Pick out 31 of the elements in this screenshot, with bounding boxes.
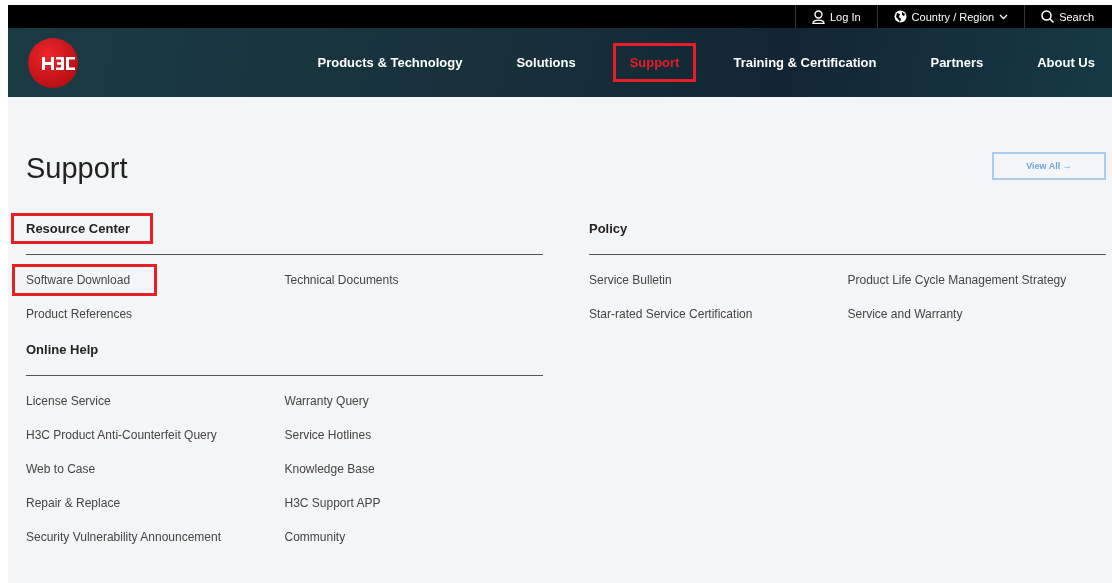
- menu-link[interactable]: Repair & Replace: [12, 487, 148, 519]
- nav-link[interactable]: Products & Technology: [300, 43, 480, 82]
- section-heading: Policy: [588, 220, 629, 238]
- menu-link[interactable]: Product Life Cycle Management Strategy: [833, 264, 1094, 296]
- section-heading: Resource Center: [11, 213, 154, 244]
- menu-link[interactable]: License Service: [12, 385, 138, 417]
- menu-link[interactable]: Community: [270, 521, 373, 553]
- menu-link[interactable]: H3C Product Anti-Counterfeit Query: [12, 419, 244, 451]
- menu-link[interactable]: Web to Case: [12, 453, 123, 485]
- nav-link[interactable]: About Us: [1020, 43, 1112, 82]
- menu-link[interactable]: Service and Warranty: [833, 298, 990, 330]
- nav-link[interactable]: Training & Certification: [716, 43, 894, 82]
- menu-link[interactable]: Knowledge Base: [270, 453, 402, 485]
- nav-link[interactable]: Solutions: [499, 43, 593, 82]
- menu-link[interactable]: Security Vulnerability Announcement: [12, 521, 248, 553]
- user-icon: [812, 9, 825, 24]
- menu-link[interactable]: Service Bulletin: [575, 264, 699, 296]
- menu-link[interactable]: Technical Documents: [270, 264, 426, 296]
- logo-icon: [28, 37, 78, 88]
- search-icon: [1041, 10, 1055, 23]
- menu-link[interactable]: H3C Support APP: [270, 487, 408, 519]
- chevron-down-icon: [999, 13, 1009, 20]
- page-title: Support: [26, 152, 128, 185]
- section-heading: Online Help: [25, 341, 100, 359]
- globe-icon: [893, 10, 907, 23]
- menu-link[interactable]: Warranty Query: [270, 385, 396, 417]
- nav-link[interactable]: Partners: [913, 43, 1001, 82]
- menu-link[interactable]: Software Download: [12, 264, 158, 296]
- menu-link[interactable]: Service Hotlines: [270, 419, 399, 451]
- menu-link[interactable]: Product References: [12, 298, 160, 330]
- menu-link[interactable]: Star-rated Service Certification: [575, 298, 780, 330]
